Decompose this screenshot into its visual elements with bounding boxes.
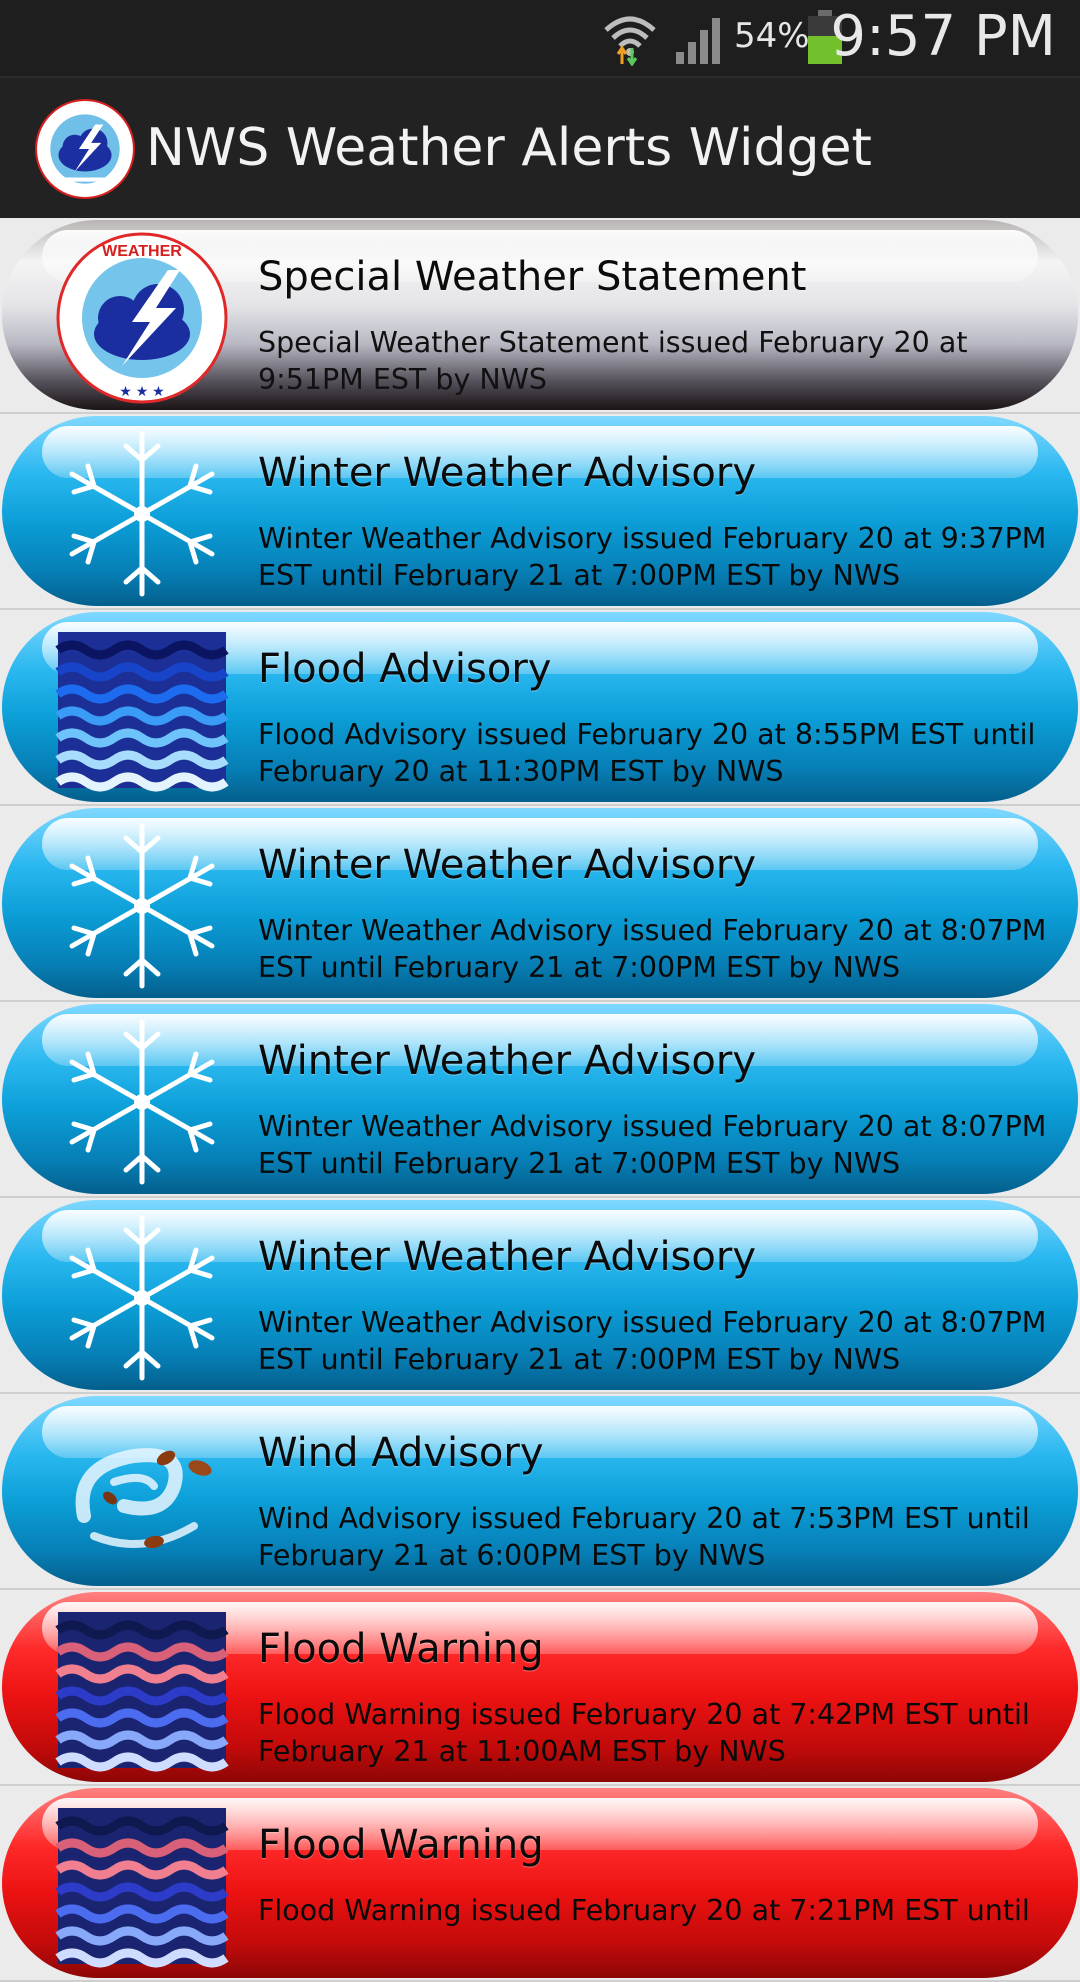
- alert-pill[interactable]: Flood Warning Flood Warning issued Febru…: [2, 1592, 1078, 1782]
- signal-icon: [676, 18, 720, 64]
- alert-item[interactable]: Winter Weather Advisory Winter Weather A…: [0, 806, 1080, 1002]
- alert-pill[interactable]: Flood Warning Flood Warning issued Febru…: [2, 1788, 1078, 1978]
- alert-pill[interactable]: Winter Weather Advisory Winter Weather A…: [2, 1200, 1078, 1390]
- alert-pill[interactable]: WEATHER ★ ★ ★ Special Weather Statement …: [2, 220, 1078, 410]
- alert-description: Winter Weather Advisory issued February …: [258, 522, 1047, 592]
- wifi-icon: [604, 16, 656, 66]
- snowflake-icon: [69, 431, 215, 597]
- flood-waves-icon: [55, 632, 229, 792]
- alert-list[interactable]: WEATHER ★ ★ ★ Special Weather Statement …: [0, 218, 1080, 1982]
- alert-item[interactable]: Winter Weather Advisory Winter Weather A…: [0, 1002, 1080, 1198]
- alert-description: Winter Weather Advisory issued February …: [258, 1306, 1047, 1376]
- alert-item[interactable]: Wind Advisory Wind Advisory issued Febru…: [0, 1394, 1080, 1590]
- alert-description: Flood Warning issued February 20 at 7:21…: [258, 1894, 1030, 1927]
- clock: 9:57 PM: [830, 4, 1056, 69]
- alert-pill[interactable]: Winter Weather Advisory Winter Weather A…: [2, 1004, 1078, 1194]
- nws-logo-icon: WEATHER ★ ★ ★: [56, 232, 228, 404]
- alert-pill[interactable]: Winter Weather Advisory Winter Weather A…: [2, 808, 1078, 998]
- battery-percent: 54%: [734, 16, 810, 56]
- svg-text:★ ★ ★: ★ ★ ★: [119, 383, 164, 399]
- alert-description: Winter Weather Advisory issued February …: [258, 1110, 1047, 1180]
- alert-title: Special Weather Statement: [258, 254, 807, 300]
- snowflake-icon: [69, 823, 215, 989]
- wind-leaves-icon: [75, 1448, 212, 1549]
- snowflake-icon: [69, 1019, 215, 1185]
- snowflake-icon: [69, 1215, 215, 1381]
- alert-description: Flood Advisory issued February 20 at 8:5…: [258, 718, 1036, 788]
- alert-pill[interactable]: Wind Advisory Wind Advisory issued Febru…: [2, 1396, 1078, 1586]
- app-title: NWS Weather Alerts Widget: [146, 118, 872, 178]
- alert-title: Flood Warning: [258, 1822, 544, 1868]
- alert-title: Winter Weather Advisory: [258, 1234, 756, 1280]
- alert-description: Winter Weather Advisory issued February …: [258, 914, 1047, 984]
- alert-title: Winter Weather Advisory: [258, 450, 756, 496]
- alert-item[interactable]: Winter Weather Advisory Winter Weather A…: [0, 414, 1080, 610]
- action-bar: NWS Weather Alerts Widget: [0, 76, 1080, 220]
- alert-item[interactable]: Flood Advisory Flood Advisory issued Feb…: [0, 610, 1080, 806]
- flood-waves-icon: [55, 1808, 229, 1968]
- alert-item[interactable]: WEATHER ★ ★ ★ Special Weather Statement …: [0, 218, 1080, 414]
- alert-title: Flood Warning: [258, 1626, 544, 1672]
- alert-title: Flood Advisory: [258, 646, 552, 692]
- svg-text:WEATHER: WEATHER: [102, 243, 182, 260]
- alert-description: Special Weather Statement issued Februar…: [258, 326, 968, 396]
- alert-item[interactable]: Winter Weather Advisory Winter Weather A…: [0, 1198, 1080, 1394]
- status-bar: 54% 9:57 PM: [0, 0, 1080, 76]
- alert-pill[interactable]: Flood Advisory Flood Advisory issued Feb…: [2, 612, 1078, 802]
- alert-pill[interactable]: Winter Weather Advisory Winter Weather A…: [2, 416, 1078, 606]
- alert-title: Winter Weather Advisory: [258, 1038, 756, 1084]
- alert-item[interactable]: Flood Warning Flood Warning issued Febru…: [0, 1590, 1080, 1786]
- alert-description: Flood Warning issued February 20 at 7:42…: [258, 1698, 1030, 1768]
- alert-item[interactable]: Flood Warning Flood Warning issued Febru…: [0, 1786, 1080, 1982]
- alert-title: Wind Advisory: [258, 1430, 544, 1476]
- alert-description: Wind Advisory issued February 20 at 7:53…: [258, 1502, 1030, 1572]
- alert-title: Winter Weather Advisory: [258, 842, 756, 888]
- flood-waves-icon: [55, 1612, 229, 1772]
- nws-logo-icon[interactable]: [34, 98, 136, 200]
